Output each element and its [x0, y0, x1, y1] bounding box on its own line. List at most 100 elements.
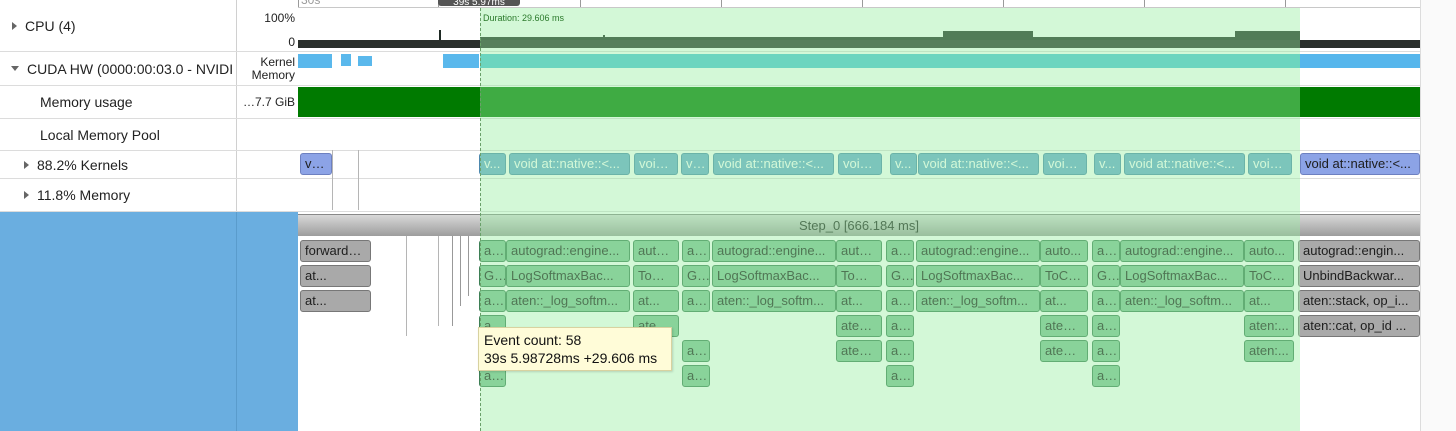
- trace-slice[interactable]: at...: [1092, 290, 1120, 312]
- trace-slice[interactable]: aten:...: [836, 340, 882, 362]
- trace-slice[interactable]: at...: [1092, 315, 1120, 337]
- trace-slice[interactable]: LogSoftmaxBac...: [506, 265, 630, 287]
- kernel-activity-bar[interactable]: [298, 54, 332, 68]
- kernel-slice[interactable]: void at::native::<...: [1124, 153, 1245, 175]
- trace-slice[interactable]: a...: [479, 240, 506, 262]
- trace-slice[interactable]: aten::_log_softm...: [506, 290, 630, 312]
- trace-slice[interactable]: ToCo...: [836, 265, 882, 287]
- trace-slice[interactable]: aten::cat, op_id ...: [1298, 315, 1420, 337]
- trace-slice[interactable]: UnbindBackwar...: [1298, 265, 1420, 287]
- expand-chevron-icon[interactable]: [24, 191, 29, 199]
- trace-slice[interactable]: at...: [479, 290, 506, 312]
- trace-slice[interactable]: aten::_log_softm...: [1120, 290, 1244, 312]
- trace-slice[interactable]: aten:...: [1040, 340, 1088, 362]
- kernel-slice[interactable]: void ...: [1248, 153, 1292, 175]
- kernel-slice[interactable]: v...: [1094, 153, 1121, 175]
- cuda-sub-kernel: Kernel: [260, 54, 295, 69]
- trace-slice[interactable]: at...: [682, 290, 710, 312]
- kernel-activity-bar[interactable]: [1300, 54, 1420, 68]
- trace-slice[interactable]: at...: [886, 340, 914, 362]
- trace-slice[interactable]: at...: [886, 365, 914, 387]
- trace-slice[interactable]: at...: [682, 340, 710, 362]
- trace-slice[interactable]: auto...: [1040, 240, 1088, 262]
- track-memory[interactable]: 11.8% Memory: [0, 179, 298, 212]
- trace-slice[interactable]: ToCo...: [1244, 265, 1294, 287]
- memory-usage-area[interactable]: [298, 87, 1420, 117]
- trace-slice[interactable]: forward_...: [300, 240, 371, 262]
- kernel-slice[interactable]: v...: [479, 153, 506, 175]
- trace-slice[interactable]: LogSoftmaxBac...: [916, 265, 1040, 287]
- kernel-slice[interactable]: void at::native::<...: [1300, 153, 1420, 175]
- trace-slice[interactable]: ToCo...: [633, 265, 679, 287]
- trace-slice[interactable]: aten:...: [1040, 315, 1088, 337]
- trace-slice[interactable]: aten:...: [1244, 315, 1294, 337]
- trace-slice[interactable]: auto...: [1244, 240, 1294, 262]
- trace-slice[interactable]: autograd::engine...: [506, 240, 630, 262]
- tooltip-time-range: 39s 5.98728ms +29.606 ms: [484, 350, 658, 366]
- trace-slice[interactable]: at...: [300, 265, 371, 287]
- step-slice[interactable]: Step_0 [666.184 ms]: [298, 214, 1420, 236]
- time-ruler[interactable]: 30s 39s 5.97ms: [298, 0, 1420, 8]
- timeline-canvas[interactable]: 30s 39s 5.97ms voi... v... void at::nati…: [298, 0, 1420, 431]
- track-cpu[interactable]: CPU (4) 100% 0: [0, 0, 298, 52]
- trace-slice[interactable]: aten:...: [836, 315, 882, 337]
- kernel-slice[interactable]: void at::native::<...: [918, 153, 1039, 175]
- track-cuda-hw[interactable]: CUDA HW (0000:00:03.0 - NVIDI Kernel Mem…: [0, 52, 298, 86]
- track-kernels[interactable]: 88.2% Kernels: [0, 151, 298, 179]
- kernel-slice[interactable]: void ...: [838, 153, 882, 175]
- trace-slice[interactable]: at...: [836, 290, 882, 312]
- trace-slice[interactable]: auto...: [836, 240, 882, 262]
- trace-slice[interactable]: G...: [1092, 265, 1120, 287]
- trace-slice[interactable]: LogSoftmaxBac...: [712, 265, 836, 287]
- kernel-slice[interactable]: void ...: [1043, 153, 1087, 175]
- collapse-chevron-icon[interactable]: [11, 66, 19, 71]
- cpu-scale-bottom: 0: [288, 35, 295, 49]
- trace-slice[interactable]: aten:...: [1244, 340, 1294, 362]
- track-kernels-label: 88.2% Kernels: [37, 156, 129, 173]
- kernel-slice[interactable]: v...: [890, 153, 917, 175]
- vertical-scrollbar[interactable]: [1420, 0, 1456, 431]
- cpu-scale-top: 100%: [264, 11, 295, 25]
- cursor-time-marker: 39s 5.97ms: [438, 0, 520, 6]
- trace-slice[interactable]: autograd::engine...: [1120, 240, 1244, 262]
- track-local-memory-pool[interactable]: Local Memory Pool: [0, 119, 298, 151]
- trace-slice[interactable]: at...: [633, 290, 679, 312]
- trace-slice[interactable]: a...: [682, 240, 710, 262]
- expand-chevron-icon[interactable]: [24, 160, 29, 169]
- kernel-slice[interactable]: void ...: [681, 153, 709, 175]
- trace-slice[interactable]: at...: [1092, 340, 1120, 362]
- trace-slice[interactable]: at...: [1040, 290, 1088, 312]
- track-memory-usage-label: Memory usage: [40, 94, 133, 110]
- trace-slice[interactable]: aten::_log_softm...: [916, 290, 1040, 312]
- trace-slice[interactable]: autograd::engine...: [712, 240, 836, 262]
- trace-slice[interactable]: autograd::engin...: [1298, 240, 1420, 262]
- expand-chevron-icon[interactable]: [12, 21, 17, 30]
- selected-thread-track[interactable]: [0, 212, 298, 431]
- trace-slice[interactable]: at...: [1092, 365, 1120, 387]
- trace-slice[interactable]: at...: [886, 290, 914, 312]
- trace-slice[interactable]: aten::stack, op_i...: [1298, 290, 1420, 312]
- trace-slice[interactable]: LogSoftmaxBac...: [1120, 265, 1244, 287]
- trace-slice[interactable]: at...: [886, 315, 914, 337]
- trace-slice[interactable]: at...: [300, 290, 371, 312]
- trace-slice[interactable]: G...: [479, 265, 506, 287]
- kernel-slice[interactable]: void at::native::<...: [713, 153, 834, 175]
- trace-slice[interactable]: at...: [682, 365, 710, 387]
- kernel-activity-bar[interactable]: [341, 54, 351, 66]
- trace-slice[interactable]: a...: [1092, 240, 1120, 262]
- kernel-activity-bar[interactable]: [480, 54, 1420, 68]
- kernel-activity-bar[interactable]: [358, 56, 372, 66]
- trace-slice[interactable]: autograd::engine...: [916, 240, 1040, 262]
- trace-slice[interactable]: at...: [1244, 290, 1294, 312]
- trace-slice[interactable]: auto...: [633, 240, 679, 262]
- trace-slice[interactable]: ToCo...: [1040, 265, 1088, 287]
- kernel-slice[interactable]: void ...: [634, 153, 678, 175]
- trace-slice[interactable]: a...: [886, 240, 914, 262]
- kernel-slice[interactable]: voi...: [300, 153, 332, 175]
- kernel-activity-bar[interactable]: [443, 54, 479, 68]
- trace-slice[interactable]: aten::_log_softm...: [712, 290, 836, 312]
- track-memory-usage[interactable]: Memory usage …7.7 GiB: [0, 86, 298, 119]
- kernel-slice[interactable]: void at::native::<...: [509, 153, 630, 175]
- trace-slice[interactable]: G...: [886, 265, 914, 287]
- trace-slice[interactable]: G...: [682, 265, 710, 287]
